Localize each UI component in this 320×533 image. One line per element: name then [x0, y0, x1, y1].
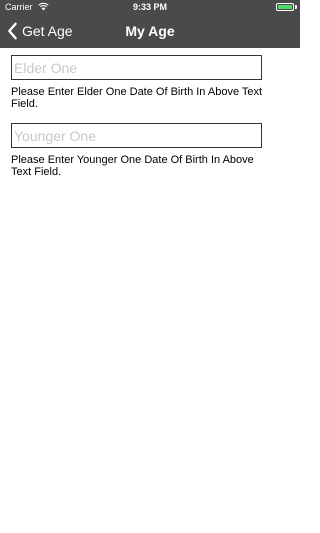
age-form: Please Enter Elder One Date Of Birth In …	[11, 55, 291, 178]
battery-level	[278, 5, 292, 9]
chevron-left-icon	[8, 22, 17, 40]
battery-icon	[276, 3, 294, 11]
status-bar: Carrier 9:33 PM	[0, 0, 300, 14]
younger-one-hint: Please Enter Younger One Date Of Birth I…	[11, 154, 254, 178]
elder-one-date-field[interactable]	[11, 55, 262, 80]
younger-one-date-field[interactable]	[11, 123, 262, 148]
elder-one-hint: Please Enter Elder One Date Of Birth In …	[11, 86, 263, 110]
back-button-label: Get Age	[22, 23, 73, 39]
back-button[interactable]: Get Age	[6, 14, 73, 48]
battery-tip	[295, 5, 297, 9]
navigation-bar: Get Age My Age	[0, 14, 300, 48]
clock-time: 9:33 PM	[132, 2, 167, 12]
